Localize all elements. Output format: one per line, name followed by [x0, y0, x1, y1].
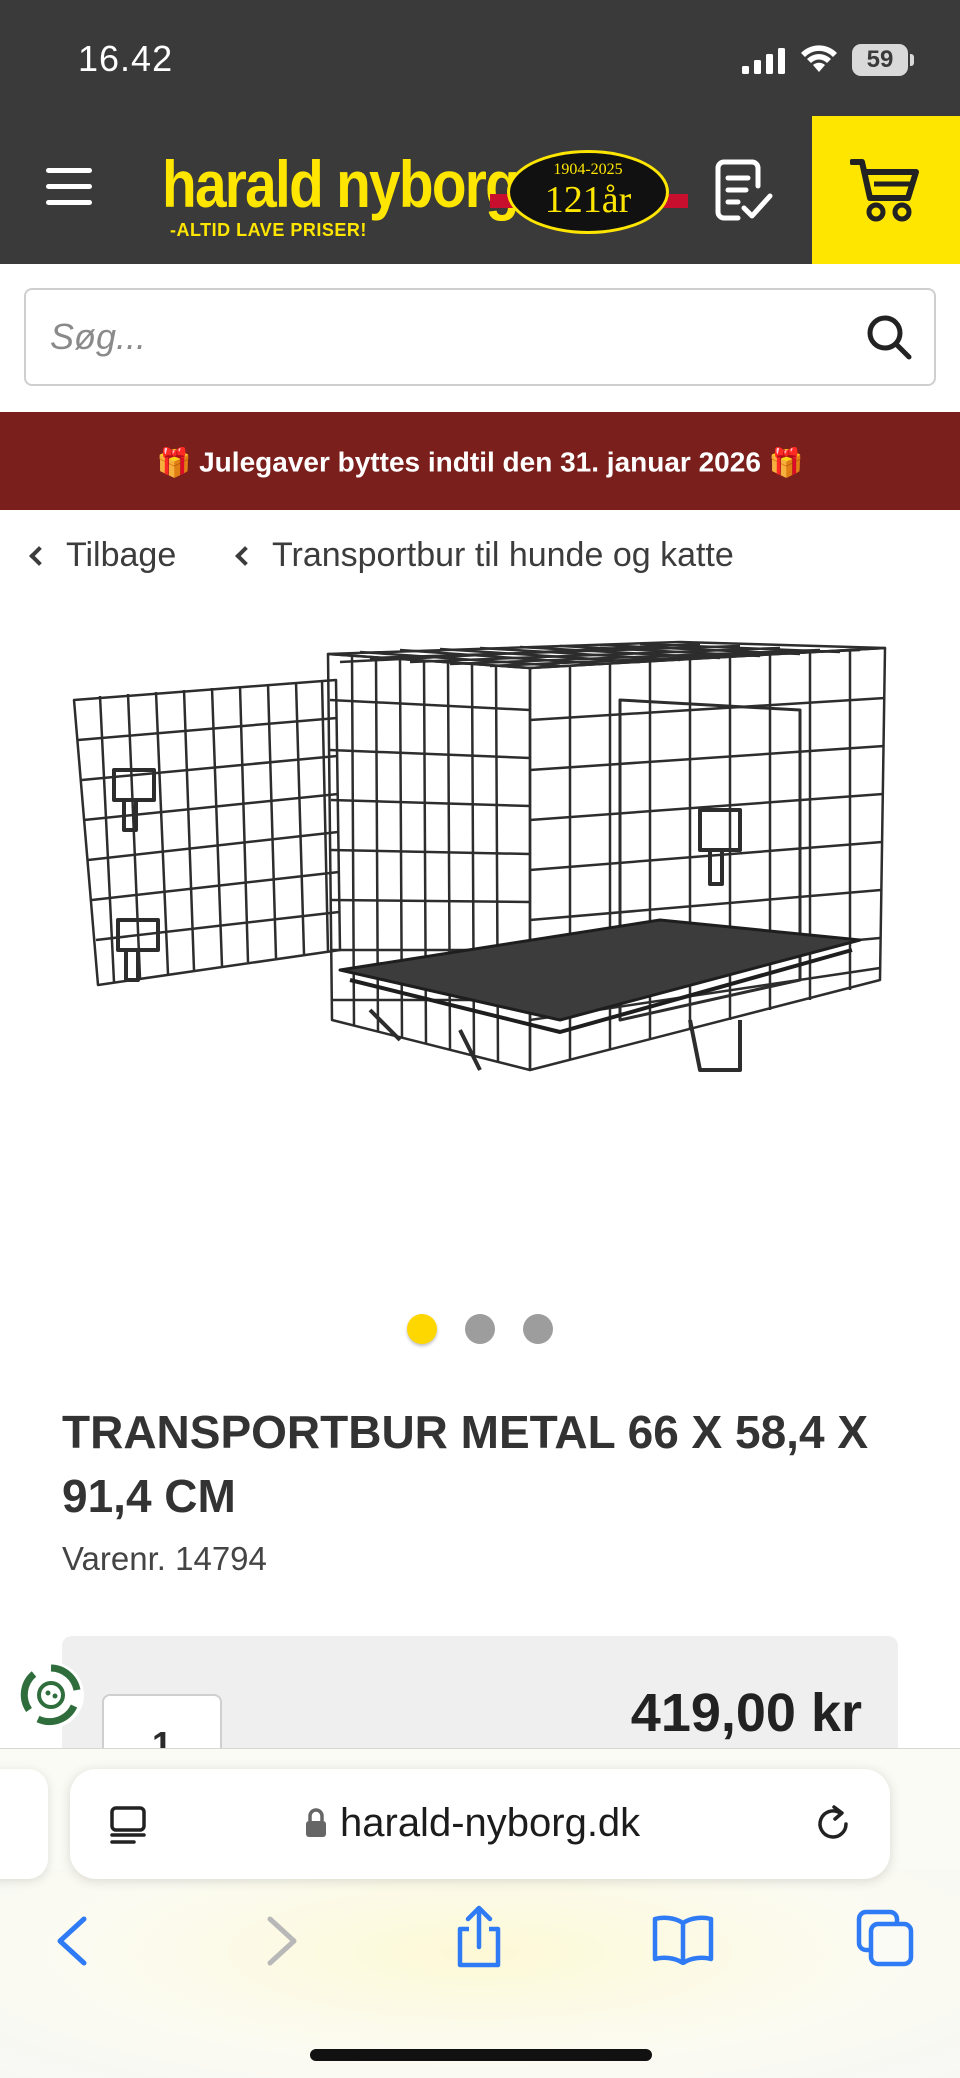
search-box[interactable] [24, 288, 936, 386]
reader-icon[interactable] [108, 1805, 148, 1845]
browser-toolbar: harald-nyborg.dk [0, 1748, 960, 2078]
cart-button[interactable] [812, 116, 960, 264]
reload-icon[interactable] [812, 1803, 854, 1845]
chevron-left-icon [29, 545, 49, 566]
recycle-badge-icon[interactable] [16, 1660, 86, 1730]
image-carousel-dots [0, 1314, 960, 1346]
previous-tab-preview[interactable] [0, 1769, 48, 1879]
status-time: 16.42 [78, 38, 174, 79]
promo-text: Julegaver byttes indtil den 31. januar 2… [199, 446, 761, 478]
quantity-input[interactable]: 1 [102, 1694, 222, 1756]
category-link[interactable]: Transportbur til hunde og katte [235, 536, 734, 575]
battery-tip [910, 54, 914, 66]
product-image[interactable] [40, 600, 920, 1120]
site-header: harald nyborg -ALTID LAVE PRISER! 1904-2… [0, 116, 960, 264]
logo-wordmark: harald nyborg [162, 147, 520, 221]
url-text[interactable]: harald-nyborg.dk [340, 1801, 640, 1846]
battery-icon: 59 [852, 44, 908, 76]
carousel-dot-2[interactable] [465, 1314, 495, 1344]
brand-logo[interactable]: harald nyborg -ALTID LAVE PRISER! 1904-2… [162, 146, 688, 246]
back-link[interactable]: Tilbage [29, 536, 177, 575]
product-price: 419,00 kr [630, 1683, 862, 1743]
search-icon[interactable] [864, 312, 914, 362]
shopping-list-icon[interactable] [712, 156, 776, 224]
gift-icon: 🎁 [156, 446, 192, 478]
share-icon[interactable] [452, 1905, 506, 1969]
chevron-left-icon [235, 545, 255, 566]
anniversary-years: 1904-2025 [553, 161, 623, 178]
back-arrow-icon[interactable] [52, 1913, 92, 1969]
category-label: Transportbur til hunde og katte [272, 536, 734, 574]
product-title: TRANSPORTBUR METAL 66 X 58,4 X 91,4 CM [62, 1406, 869, 1522]
home-indicator[interactable] [310, 2049, 652, 2061]
logo-slogan: -ALTID LAVE PRISER! [170, 220, 367, 240]
gift-icon: 🎁 [768, 446, 804, 478]
anniversary-age: 121år [544, 179, 632, 221]
search-section [0, 264, 960, 412]
tabs-icon[interactable] [856, 1909, 914, 1967]
cart-icon [850, 159, 919, 222]
anniversary-badge: 1904-2025 121år [507, 150, 669, 234]
back-label: Tilbage [66, 536, 177, 574]
lock-icon [306, 1808, 326, 1837]
toolbar-background [0, 1869, 960, 2078]
promo-banner[interactable]: 🎁 Julegaver byttes indtil den 31. januar… [0, 412, 960, 510]
bookmarks-icon[interactable] [652, 1913, 714, 1965]
product-sku: Varenr. 14794 [62, 1540, 267, 1577]
breadcrumb: Tilbage Transportbur til hunde og katte [0, 530, 960, 590]
address-bar[interactable]: harald-nyborg.dk [70, 1769, 890, 1879]
search-input[interactable] [50, 312, 830, 362]
carousel-dot-3[interactable] [523, 1314, 554, 1344]
wifi-icon [801, 45, 837, 72]
forward-arrow-icon[interactable] [262, 1913, 302, 1969]
price-panel: 1 419,00 kr [62, 1636, 898, 1756]
status-bar: 16.42 59 [0, 0, 960, 116]
carousel-dot-1[interactable] [406, 1314, 437, 1344]
cellular-signal-icon [742, 48, 785, 74]
menu-icon[interactable] [46, 168, 102, 212]
